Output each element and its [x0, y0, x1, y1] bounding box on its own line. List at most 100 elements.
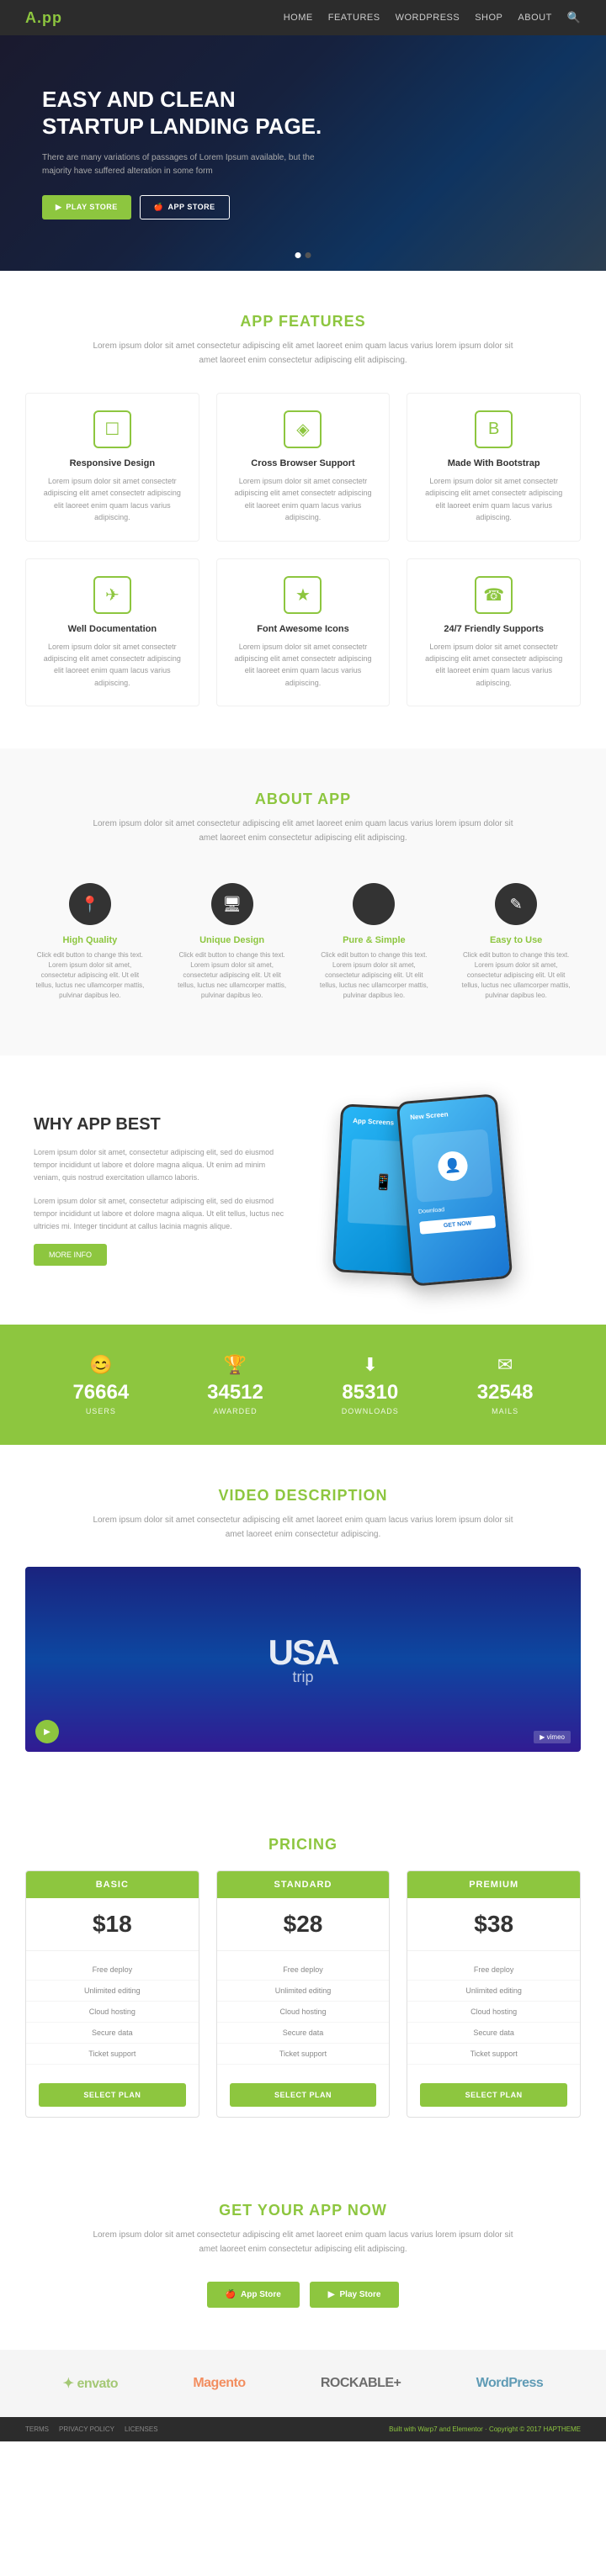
- feature-title-3: Well Documentation: [39, 624, 186, 634]
- app-store-button[interactable]: 🍎 APP STORE: [140, 195, 230, 220]
- playstore-button[interactable]: ▶ Play Store: [310, 2282, 400, 2308]
- stat-number-3: 32548: [477, 1381, 534, 1404]
- why-image: App Screens 📱 New Screen 👤 Download GET …: [320, 1098, 572, 1283]
- hero-content: EASY AND CLEAN STARTUP LANDING PAGE. The…: [42, 87, 328, 219]
- pricing-feature-2-3: Secure data: [407, 2023, 580, 2044]
- select-plan-button-0[interactable]: SELECT PLAN: [39, 2083, 186, 2107]
- get-app-section: GET YOUR APP NOW Lorem ipsum dolor sit a…: [0, 2160, 606, 2350]
- about-title-0: High Quality: [34, 935, 146, 945]
- feature-title-5: 24/7 Friendly Supports: [420, 624, 567, 634]
- partner-wordpress: WordPress: [476, 2376, 544, 2391]
- stat-item-1: 🏆 34512 AWARDED: [207, 1354, 263, 1415]
- nav-about[interactable]: About: [518, 13, 551, 23]
- video-play-button[interactable]: ▶: [35, 1720, 59, 1743]
- feature-card-0: ☐ Responsive Design Lorem ipsum dolor si…: [25, 393, 199, 542]
- pricing-feature-0-2: Cloud hosting: [26, 2002, 199, 2023]
- appstore-button[interactable]: 🍎 App Store: [207, 2282, 300, 2308]
- why-para1: Lorem ipsum dolor sit amet, consectetur …: [34, 1146, 286, 1185]
- nav-logo: A.pp: [25, 9, 62, 27]
- apple-icon: 🍎: [154, 203, 164, 212]
- about-title-2: Pure & Simple: [318, 935, 431, 945]
- video-container: USA trip ▶ ▶ vimeo: [25, 1567, 581, 1752]
- more-info-button[interactable]: MORE INFO: [34, 1244, 107, 1266]
- video-overlay: USA trip: [25, 1567, 581, 1752]
- about-title-1: Unique Design: [176, 935, 289, 945]
- about-card-1: 🖥 Unique Design Click edit button to cha…: [167, 870, 297, 1013]
- pricing-feature-1-4: Ticket support: [217, 2044, 390, 2065]
- feature-title-4: Font Awesome Icons: [230, 624, 377, 634]
- pricing-feature-1-0: Free deploy: [217, 1960, 390, 1981]
- pricing-price-1: $28: [217, 1898, 390, 1951]
- feature-icon-4: ★: [284, 576, 322, 614]
- pricing-feature-1-1: Unlimited editing: [217, 1981, 390, 2002]
- pricing-feature-2-4: Ticket support: [407, 2044, 580, 2065]
- video-section: VIDEO DESCRIPTION Lorem ipsum dolor sit …: [0, 1445, 606, 1794]
- about-grid: 📍 High Quality Click edit button to chan…: [25, 870, 581, 1013]
- why-heading: WHY APP BEST: [34, 1115, 286, 1135]
- pricing-feature-2-1: Unlimited editing: [407, 1981, 580, 2002]
- feature-card-4: ★ Font Awesome Icons Lorem ipsum dolor s…: [216, 558, 391, 707]
- select-plan-button-1[interactable]: SELECT PLAN: [230, 2083, 377, 2107]
- video-subtitle: Lorem ipsum dolor sit amet consectetur a…: [93, 1513, 513, 1542]
- footer: Terms Privacy Policy Licenses Built with…: [0, 2417, 606, 2441]
- nav-shop[interactable]: Shop: [475, 13, 502, 23]
- play-store-icon: ▶: [328, 2290, 335, 2299]
- pricing-feature-0-4: Ticket support: [26, 2044, 199, 2065]
- video-title: VIDEO DESCRIPTION: [25, 1487, 581, 1505]
- pricing-feature-0-1: Unlimited editing: [26, 1981, 199, 2002]
- about-desc-0: Click edit button to change this text. L…: [34, 950, 146, 1001]
- feature-icon-0: ☐: [93, 410, 131, 448]
- search-icon[interactable]: 🔍: [567, 11, 581, 24]
- hero-section: EASY AND CLEAN STARTUP LANDING PAGE. The…: [0, 35, 606, 271]
- nav-features[interactable]: Features: [328, 13, 380, 23]
- app-download-buttons: 🍎 App Store ▶ Play Store: [25, 2282, 581, 2308]
- footer-terms[interactable]: Terms: [25, 2425, 49, 2433]
- hero-dot-2[interactable]: [306, 252, 311, 258]
- feature-card-2: B Made With Bootstrap Lorem ipsum dolor …: [407, 393, 581, 542]
- footer-privacy[interactable]: Privacy Policy: [59, 2425, 114, 2433]
- stat-icon-0: 😊: [72, 1354, 129, 1376]
- stat-number-2: 85310: [342, 1381, 399, 1404]
- video-trip-label: trip: [292, 1669, 313, 1686]
- about-desc-3: Click edit button to change this text. L…: [460, 950, 572, 1001]
- stat-label-3: MAILS: [477, 1407, 534, 1415]
- stat-number-0: 76664: [72, 1381, 129, 1404]
- stat-icon-1: 🏆: [207, 1354, 263, 1376]
- pricing-feature-0-3: Secure data: [26, 2023, 199, 2044]
- stat-item-2: ⬇ 85310 DOWNLOADS: [342, 1354, 399, 1415]
- pricing-feature-2-0: Free deploy: [407, 1960, 580, 1981]
- footer-licenses[interactable]: Licenses: [125, 2425, 158, 2433]
- about-icon-0: 📍: [69, 883, 111, 925]
- pricing-feature-1-3: Secure data: [217, 2023, 390, 2044]
- feature-desc-0: Lorem ipsum dolor sit amet consectetr ad…: [39, 475, 186, 524]
- hero-dots: [295, 252, 311, 258]
- feature-title-1: Cross Browser Support: [230, 458, 377, 468]
- nav-home[interactable]: Home: [284, 13, 313, 23]
- about-subtitle: Lorem ipsum dolor sit amet consectetur a…: [93, 817, 513, 845]
- pricing-header-2: PREMIUM: [407, 1871, 580, 1898]
- play-store-button[interactable]: ▶ PLAY STORE: [42, 195, 131, 220]
- feature-icon-2: B: [475, 410, 513, 448]
- vimeo-badge: ▶ vimeo: [534, 1731, 571, 1743]
- feature-title-0: Responsive Design: [39, 458, 186, 468]
- pricing-feature-0-0: Free deploy: [26, 1960, 199, 1981]
- pricing-price-0: $18: [26, 1898, 199, 1951]
- select-plan-button-2[interactable]: SELECT PLAN: [420, 2083, 567, 2107]
- hero-description: There are many variations of passages of…: [42, 151, 328, 178]
- pricing-title: PRICING: [25, 1836, 581, 1854]
- footer-copyright: Built with Warp7 and Elementor · Copyrig…: [389, 2425, 581, 2433]
- hero-dot-1[interactable]: [295, 252, 301, 258]
- stat-item-3: ✉ 32548 MAILS: [477, 1354, 534, 1415]
- feature-icon-5: ☎: [475, 576, 513, 614]
- hero-heading: EASY AND CLEAN STARTUP LANDING PAGE.: [42, 87, 328, 139]
- nav-wordpress[interactable]: WordPress: [396, 13, 460, 23]
- stats-section: 😊 76664 USERS 🏆 34512 AWARDED ⬇ 85310 DO…: [0, 1325, 606, 1445]
- feature-card-1: ◈ Cross Browser Support Lorem ipsum dolo…: [216, 393, 391, 542]
- feature-title-2: Made With Bootstrap: [420, 458, 567, 468]
- get-app-title: GET YOUR APP NOW: [25, 2202, 581, 2219]
- video-main-title: USA: [268, 1632, 338, 1673]
- about-icon-1: 🖥: [211, 883, 253, 925]
- pricing-feature-2-2: Cloud hosting: [407, 2002, 580, 2023]
- about-icon-3: ✎: [495, 883, 537, 925]
- play-icon: ▶: [56, 203, 61, 212]
